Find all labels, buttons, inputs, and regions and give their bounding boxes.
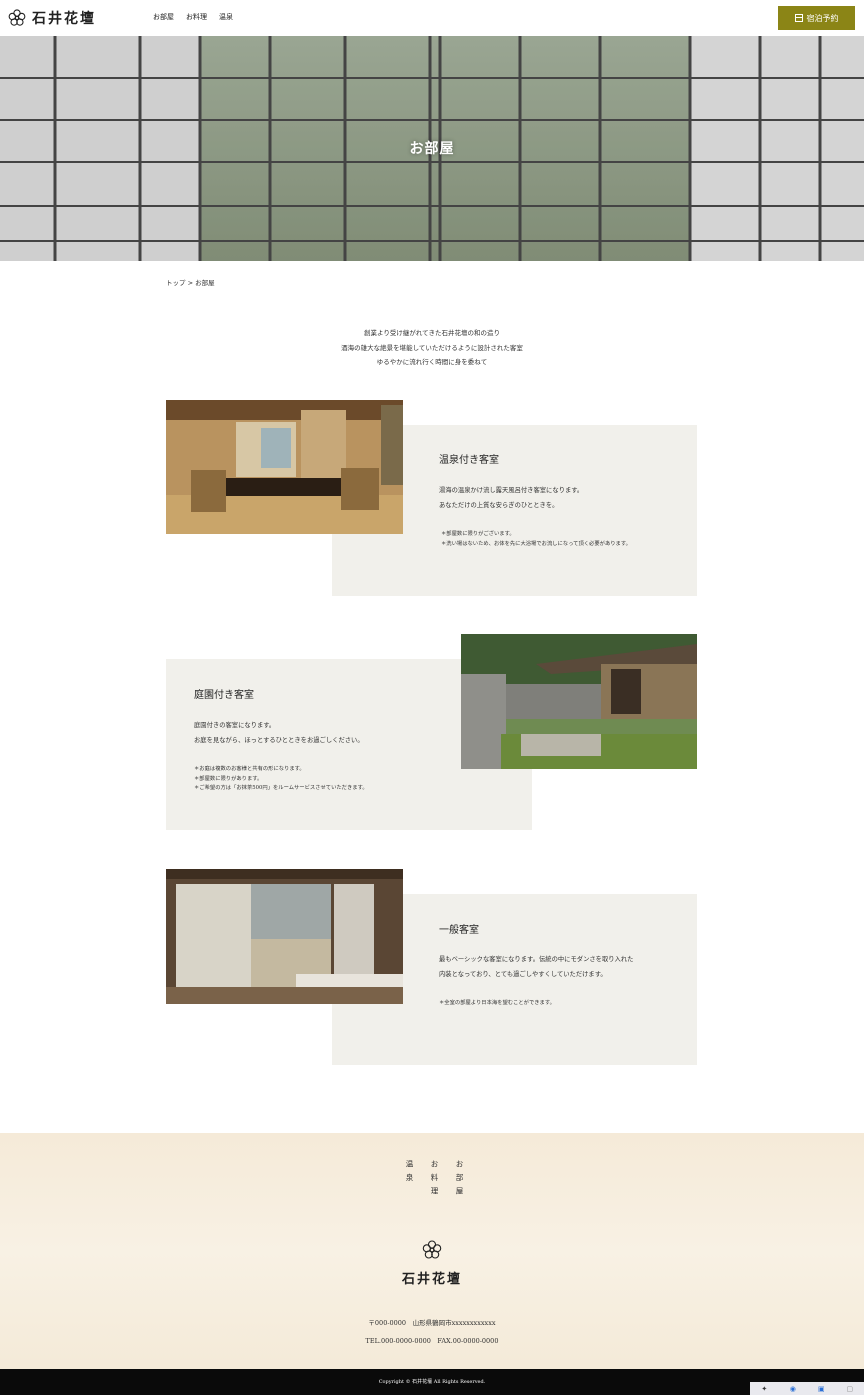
room-notes: ＊お庭は複数のお客様と共有の形になります。 ＊部屋数に限りがあります。 ＊ご希望… (194, 765, 368, 794)
room-description: 最もベーシックな客室になります。伝統の中にモダンさを取り入れた 内装となっており… (439, 952, 633, 982)
footer-brand-name: 石井花壇 (401, 1272, 462, 1287)
room-title: 庭園付き客室 (194, 690, 254, 701)
room-note: ＊洗い場はないため、お体を先に大浴場でお流しになって頂く必要があります。 (441, 540, 631, 547)
room-description-line: 庭園付きの客室になります。 (194, 722, 276, 729)
site-logo[interactable]: 石井花壇 (8, 8, 96, 28)
room-description-line: 最もベーシックな客室になります。伝統の中にモダンさを取り入れた (439, 956, 634, 963)
lock-icon[interactable]: ▣ (807, 1382, 836, 1395)
main-nav: お部屋 お料理 温泉 (153, 12, 233, 22)
intro-line: ゆるやかに流れ行く時間に身を委ねて (376, 358, 488, 366)
room-description-line: 湯海の温泉かけ流し露天風呂付き客室になります。 (439, 487, 584, 494)
calendar-icon (794, 14, 803, 22)
footer-address: 〒000-0000 山形県鶴岡市xxxxxxxxxxxx (368, 1319, 496, 1327)
hero-banner: お部屋 (0, 36, 864, 261)
room-description-line: あなただけの上質な安らぎのひとときを。 (439, 502, 559, 509)
copyright-bar: Copyright © 石井花壇 All Rights Reserved. (0, 1369, 864, 1395)
breadcrumb[interactable]: トップ > お部屋 (166, 277, 215, 287)
room-description: 庭園付きの客室になります。 お庭を見ながら、ほっとするひとときをお過ごしください… (194, 718, 364, 748)
intro-text: 創業より受け継がれてきた石井花壇の和の造り 酒海の雄大な絶景を堪能していただける… (0, 326, 864, 370)
footer-nav-cuisine[interactable]: お料理 (429, 1160, 440, 1201)
room-title: 一般客室 (439, 925, 479, 936)
brand-name: 石井花壇 (32, 11, 96, 27)
footer-contact: 〒000-0000 山形県鶴岡市xxxxxxxxxxxx TEL.000-000… (0, 1314, 864, 1350)
room-notes: ＊部屋数に限りがございます。 ＊洗い場はないため、お体を先に大浴場でお流しになっ… (441, 530, 631, 549)
flower-logo-icon (422, 1240, 442, 1259)
room-title: 温泉付き客室 (439, 455, 499, 466)
reserve-label: 宿泊予約 (806, 13, 839, 23)
footer-logo[interactable]: 石井花壇 (0, 1240, 864, 1287)
room-description-line: 内装となっており、とても過ごしやすくしていただけます。 (439, 971, 607, 978)
site-header: 石井花壇 お部屋 お料理 温泉 宿泊予約 (0, 0, 864, 36)
intro-line: 創業より受け継がれてきた石井花壇の和の造り (364, 329, 500, 337)
sparkle-icon[interactable]: ✦ (750, 1382, 779, 1395)
reserve-button[interactable]: 宿泊予約 (778, 6, 855, 30)
room-photo-garden (461, 634, 697, 769)
nav-rooms[interactable]: お部屋 (153, 12, 174, 22)
room-photo-standard (166, 869, 403, 1004)
nav-onsen[interactable]: 温泉 (219, 12, 233, 22)
hero-title: お部屋 (409, 141, 455, 157)
intro-line: 酒海の雄大な絶景を堪能していただけるように設計された客室 (341, 343, 523, 352)
footer-nav-onsen[interactable]: 温泉 (404, 1160, 415, 1201)
room-note: ＊ご希望の方は「お抹茶500円」をルームサービスさせていただきます。 (194, 785, 368, 791)
room-note: ＊全室の部屋より日本海を望むことができます。 (439, 1000, 555, 1006)
room-note: ＊部屋数に限りがございます。 (441, 531, 515, 537)
room-note: ＊お庭は複数のお客様と共有の形になります。 (194, 766, 305, 772)
room-notes: ＊全室の部屋より日本海を望むことができます。 (439, 999, 555, 1009)
flower-logo-icon (8, 9, 26, 26)
window-icon[interactable]: ▢ (836, 1382, 864, 1395)
room-description-line: お庭を見ながら、ほっとするひとときをお過ごしください。 (194, 737, 364, 744)
footer-nav: 温泉 お料理 お部屋 (404, 1160, 465, 1201)
room-note: ＊部屋数に限りがあります。 (194, 775, 263, 782)
room-photo-onsen (166, 400, 403, 534)
room-description: 湯海の温泉かけ流し露天風呂付き客室になります。 あなただけの上質な安らぎのひとと… (439, 483, 583, 513)
eye-icon[interactable]: ◉ (779, 1382, 808, 1395)
footer-nav-rooms[interactable]: お部屋 (454, 1160, 465, 1201)
footer-phone: TEL.000-0000-0000 FAX.00-0000-0000 (365, 1337, 499, 1345)
browser-toolbar: ✦ ◉ ▣ ▢ (750, 1382, 864, 1395)
nav-cuisine[interactable]: お料理 (186, 12, 207, 22)
